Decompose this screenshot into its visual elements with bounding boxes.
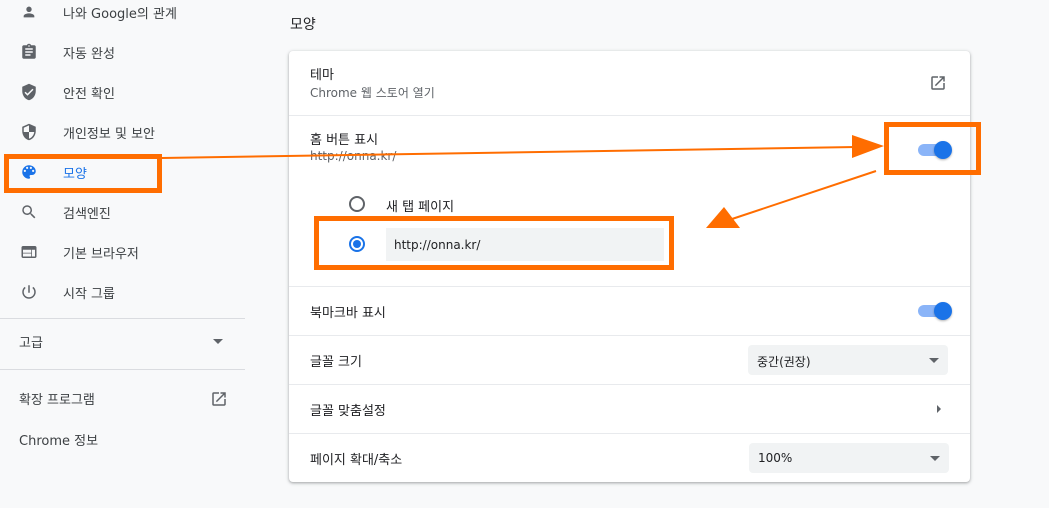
bookmarks-bar-row[interactable]: 북마크바 표시 [289, 286, 970, 335]
security-shield-icon [19, 122, 39, 142]
sidebar-divider [0, 318, 245, 319]
power-icon [19, 282, 39, 302]
sidebar-divider [0, 369, 245, 370]
theme-row[interactable]: 테마 Chrome 웹 스토어 열기 [289, 51, 970, 115]
theme-title: 테마 [310, 68, 334, 83]
home-button-subtitle: http://onna.kr/ [310, 149, 397, 163]
sidebar-item-safety-check[interactable]: 안전 확인 [0, 72, 245, 112]
sidebar-item-label: 개인정보 및 보안 [63, 126, 155, 142]
caret-down-icon [213, 339, 223, 344]
page-zoom-title: 페이지 확대/축소 [310, 453, 403, 468]
chevron-right-icon [937, 405, 941, 413]
font-size-select[interactable]: 중간(권장) [748, 345, 948, 375]
shield-check-icon [19, 82, 39, 102]
person-icon [19, 2, 39, 22]
settings-sidebar: 나와 Google의 관계 자동 완성 안전 확인 개인정보 및 보안 모양 검… [0, 0, 245, 508]
font-size-title: 글꼴 크기 [310, 355, 362, 370]
theme-subtitle: Chrome 웹 스토어 열기 [310, 86, 435, 100]
home-button-title: 홈 버튼 표시 [310, 133, 379, 148]
section-title: 모양 [290, 17, 316, 33]
sidebar-item-label: 안전 확인 [63, 86, 115, 102]
sidebar-item-label: 시작 그룹 [63, 286, 115, 302]
new-tab-label: 새 탭 페이지 [386, 200, 455, 215]
sidebar-item-search-engine[interactable]: 검색엔진 [0, 192, 245, 232]
annotation-box-custom-url [314, 216, 674, 270]
sidebar-advanced-toggle[interactable]: 고급 [19, 330, 231, 352]
font-size-value: 중간(권장) [757, 355, 811, 369]
open-in-new-icon[interactable] [929, 74, 947, 92]
toggle-knob [934, 302, 952, 320]
sidebar-item-default-browser[interactable]: 기본 브라우저 [0, 232, 245, 272]
bookmarks-bar-toggle[interactable] [918, 302, 952, 320]
caret-down-icon [929, 358, 939, 363]
annotation-box-home-toggle [884, 122, 981, 175]
sidebar-item-label: 나와 Google의 관계 [63, 6, 177, 22]
sidebar-item-you-and-google[interactable]: 나와 Google의 관계 [0, 0, 245, 32]
sidebar-item-label: 기본 브라우저 [63, 246, 139, 262]
page-zoom-row: 페이지 확대/축소 100% [289, 433, 970, 482]
sidebar-item-extensions[interactable]: 확장 프로그램 [19, 389, 95, 408]
customize-fonts-row[interactable]: 글꼴 맞춤설정 [289, 384, 970, 433]
advanced-label: 고급 [19, 335, 43, 351]
annotation-box-appearance [4, 154, 162, 193]
sidebar-item-on-startup[interactable]: 시작 그룹 [0, 272, 245, 312]
sidebar-item-label: 자동 완성 [63, 46, 115, 62]
page-zoom-select[interactable]: 100% [749, 443, 949, 473]
sidebar-item-autofill[interactable]: 자동 완성 [0, 32, 245, 72]
customize-fonts-title: 글꼴 맞춤설정 [310, 404, 386, 419]
bookmarks-bar-title: 북마크바 표시 [310, 306, 386, 321]
assignment-icon [19, 42, 39, 62]
new-tab-radio[interactable] [349, 196, 365, 212]
browser-window-icon [19, 242, 39, 262]
sidebar-item-privacy-security[interactable]: 개인정보 및 보안 [0, 112, 245, 152]
caret-down-icon [930, 456, 940, 461]
open-in-new-icon[interactable] [210, 390, 228, 408]
sidebar-item-label: 검색엔진 [63, 206, 111, 222]
search-icon [19, 202, 39, 222]
font-size-row: 글꼴 크기 중간(권장) [289, 335, 970, 384]
sidebar-item-about-chrome[interactable]: Chrome 정보 [19, 430, 98, 449]
page-zoom-value: 100% [758, 451, 793, 465]
